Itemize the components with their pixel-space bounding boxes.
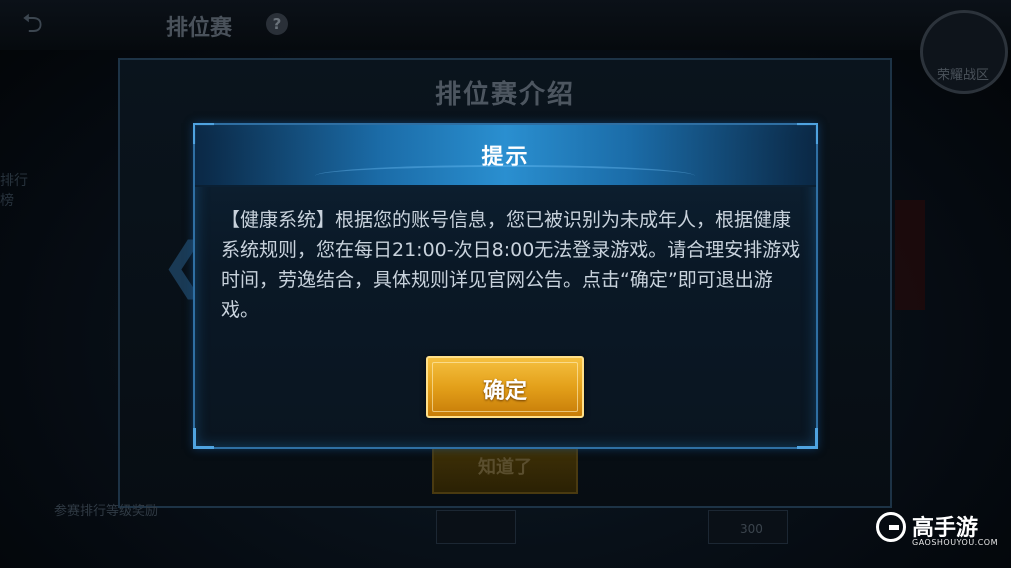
- top-bar: ⮌ 排位赛 ?: [0, 0, 1011, 50]
- dialog-corner: [797, 428, 818, 449]
- dialog-title: 提示: [481, 145, 530, 170]
- help-icon[interactable]: ?: [266, 13, 288, 35]
- dialog-corner: [193, 428, 214, 449]
- zone-label: 荣耀战区: [936, 68, 989, 83]
- confirm-button-label: 确定: [482, 379, 527, 404]
- dialog-message: 【健康系统】根据您的账号信息，您已被识别为未成年人，根据健康系统规则，您在每日2…: [221, 209, 801, 321]
- footer-slot-left: [436, 510, 516, 544]
- dialog-header: 提示: [195, 125, 816, 187]
- left-rank-label[interactable]: 排行榜: [0, 170, 30, 210]
- intro-ok-button[interactable]: 知道了: [432, 444, 578, 494]
- footer-text: 参赛排行等级奖励: [54, 504, 159, 519]
- watermark-url: GAOSHOUYOU.COM: [912, 538, 999, 547]
- back-arrow-icon[interactable]: ⮌: [22, 10, 82, 38]
- watermark-logo-icon: [876, 512, 906, 542]
- decorative-banner: [895, 200, 925, 310]
- confirm-button[interactable]: 确定: [426, 356, 584, 418]
- footer-number: 300: [740, 522, 763, 536]
- page-title: 排位赛: [166, 16, 233, 41]
- intro-panel-title: 排位赛介绍: [434, 80, 575, 110]
- watermark: 高手游 GAOSHOUYOU.COM: [876, 510, 1006, 550]
